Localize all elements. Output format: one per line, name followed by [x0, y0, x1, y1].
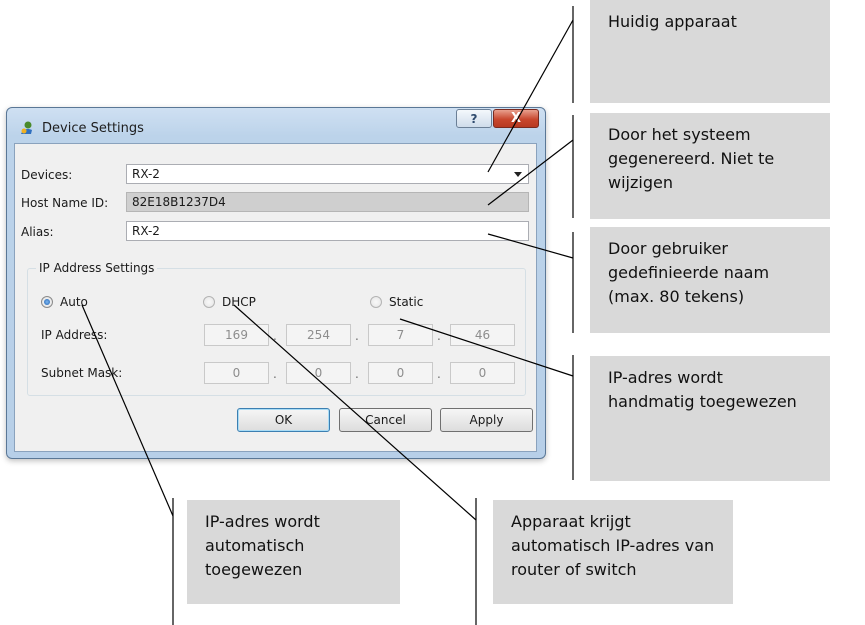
close-button[interactable]: X [493, 109, 539, 128]
mask-octet-4[interactable]: 0 [450, 362, 515, 384]
ip-separator: . [273, 329, 277, 343]
device-app-icon [21, 121, 32, 134]
callout-current-device: Huidig apparaat [590, 0, 830, 103]
radio-unselected-icon [370, 296, 382, 308]
mask-octet-2[interactable]: 0 [286, 362, 351, 384]
callout-auto-ip: IP-adres wordt automatisch toegewezen [187, 500, 400, 604]
dhcp-radio[interactable]: DHCP [203, 295, 256, 309]
devices-selected-value: RX-2 [132, 167, 160, 181]
static-radio[interactable]: Static [370, 295, 423, 309]
ip-octet-3[interactable]: 7 [368, 324, 433, 346]
callout-dhcp-ip: Apparaat krijgt automatisch IP-adres van… [493, 500, 733, 604]
radio-unselected-icon [203, 296, 215, 308]
ip-octet-1[interactable]: 169 [204, 324, 269, 346]
help-button[interactable]: ? [456, 109, 492, 128]
mask-octet-3[interactable]: 0 [368, 362, 433, 384]
callout-user-defined: Door gebruiker gedefinieerde naam (max. … [590, 227, 830, 333]
mask-octet-1[interactable]: 0 [204, 362, 269, 384]
ip-octet-2[interactable]: 254 [286, 324, 351, 346]
alias-value: RX-2 [132, 224, 160, 238]
ip-settings-group: IP Address Settings Auto DHCP Static IP … [27, 261, 526, 396]
auto-radio[interactable]: Auto [41, 295, 88, 309]
host-name-label: Host Name ID: [21, 196, 109, 210]
cancel-button[interactable]: Cancel [339, 408, 432, 432]
ip-separator: . [437, 329, 441, 343]
subnet-mask-label: Subnet Mask: [41, 366, 123, 380]
callout-static-ip: IP-adres wordt handmatig toegewezen [590, 356, 830, 481]
alias-input[interactable]: RX-2 [126, 221, 529, 241]
static-radio-label: Static [389, 295, 424, 309]
ip-settings-legend: IP Address Settings [36, 261, 158, 275]
host-name-value: 82E18B1237D4 [132, 195, 226, 209]
dialog-body: Devices: RX-2 Host Name ID: 82E18B1237D4… [14, 143, 537, 452]
ip-address-label: IP Address: [41, 328, 108, 342]
host-name-field: 82E18B1237D4 [126, 192, 529, 212]
ok-button[interactable]: OK [237, 408, 330, 432]
devices-select[interactable]: RX-2 [126, 164, 529, 184]
apply-button[interactable]: Apply [440, 408, 533, 432]
radio-selected-icon [41, 296, 53, 308]
devices-label: Devices: [21, 168, 73, 182]
dhcp-radio-label: DHCP [222, 295, 256, 309]
mask-separator: . [273, 367, 277, 381]
mask-separator: . [437, 367, 441, 381]
device-settings-dialog: Device Settings ? X Devices: RX-2 Host N… [6, 107, 546, 459]
callout-system-generated: Door het systeem gegenereerd. Niet te wi… [590, 113, 830, 219]
mask-separator: . [355, 367, 359, 381]
ip-octet-4[interactable]: 46 [450, 324, 515, 346]
title-bar: Device Settings [19, 118, 144, 138]
dialog-title: Device Settings [42, 120, 144, 136]
auto-radio-label: Auto [60, 295, 88, 309]
alias-label: Alias: [21, 225, 54, 239]
chevron-down-icon [514, 172, 522, 177]
ip-separator: . [355, 329, 359, 343]
